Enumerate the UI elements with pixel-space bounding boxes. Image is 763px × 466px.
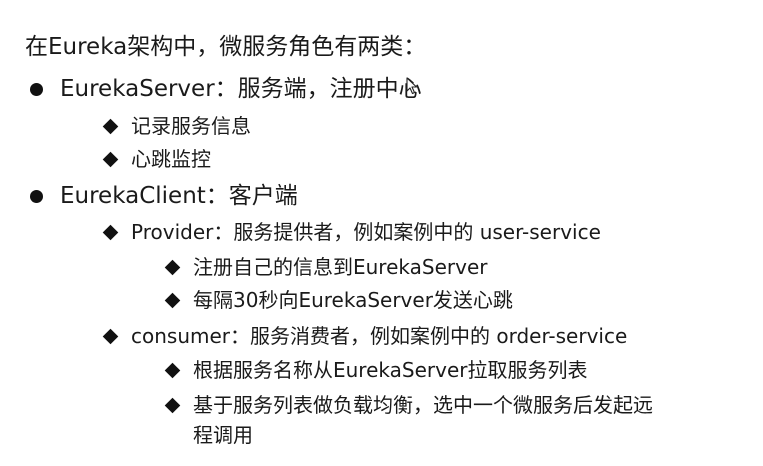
- list-item-label: 记录服务信息: [131, 114, 251, 138]
- diamond-bullet-icon: [164, 292, 181, 309]
- list-item-load-balance: 基于服务列表做负载均衡，选中一个微服务后发起远 程调用: [164, 393, 745, 451]
- list-item-label: EurekaClient：客户端: [60, 183, 298, 209]
- list-item-pull-service-list: 根据服务名称从EurekaServer拉取服务列表: [164, 358, 725, 384]
- list-item-label: 根据服务名称从EurekaServer拉取服务列表: [193, 358, 588, 382]
- mouse-pointer-icon: [406, 77, 418, 95]
- diamond-bullet-icon: [102, 328, 119, 345]
- list-item-label: consumer：服务消费者，例如案例中的 order-service: [131, 324, 628, 348]
- slide-title: 在Eureka架构中，微服务角色有两类：: [25, 34, 427, 60]
- diamond-bullet-icon: [102, 151, 119, 168]
- list-item-register-info: 注册自己的信息到EurekaServer: [164, 255, 725, 281]
- list-item-label: 注册自己的信息到EurekaServer: [193, 255, 488, 279]
- list-item-label: 心跳监控: [131, 147, 211, 171]
- round-bullet-icon: [30, 190, 43, 203]
- slide: 在Eureka架构中，微服务角色有两类： EurekaServer：服务端，注册…: [0, 0, 763, 466]
- list-item-record-service-info: 记录服务信息: [102, 114, 703, 140]
- list-item-label-continuation: 程调用: [193, 423, 253, 447]
- list-item-eureka-client: EurekaClient：客户端: [30, 185, 730, 213]
- list-item-heartbeat-monitor: 心跳监控: [102, 147, 703, 173]
- diamond-bullet-icon: [102, 224, 119, 241]
- round-bullet-icon: [30, 83, 43, 96]
- list-item-send-heartbeat: 每隔30秒向EurekaServer发送心跳: [164, 288, 725, 314]
- list-item-provider: Provider：服务提供者，例如案例中的 user-service: [102, 220, 743, 246]
- diamond-bullet-icon: [164, 259, 181, 276]
- list-item-label: EurekaServer：服务端，注册中心: [60, 76, 422, 102]
- list-item-label: 每隔30秒向EurekaServer发送心跳: [193, 288, 513, 312]
- diamond-bullet-icon: [164, 397, 181, 414]
- list-item-eureka-server: EurekaServer：服务端，注册中心: [30, 78, 730, 106]
- list-item-label: 基于服务列表做负载均衡，选中一个微服务后发起远: [193, 393, 653, 417]
- list-item-consumer: consumer：服务消费者，例如案例中的 order-service: [102, 324, 743, 350]
- list-item-label: Provider：服务提供者，例如案例中的 user-service: [131, 220, 601, 244]
- diamond-bullet-icon: [102, 118, 119, 135]
- diamond-bullet-icon: [164, 362, 181, 379]
